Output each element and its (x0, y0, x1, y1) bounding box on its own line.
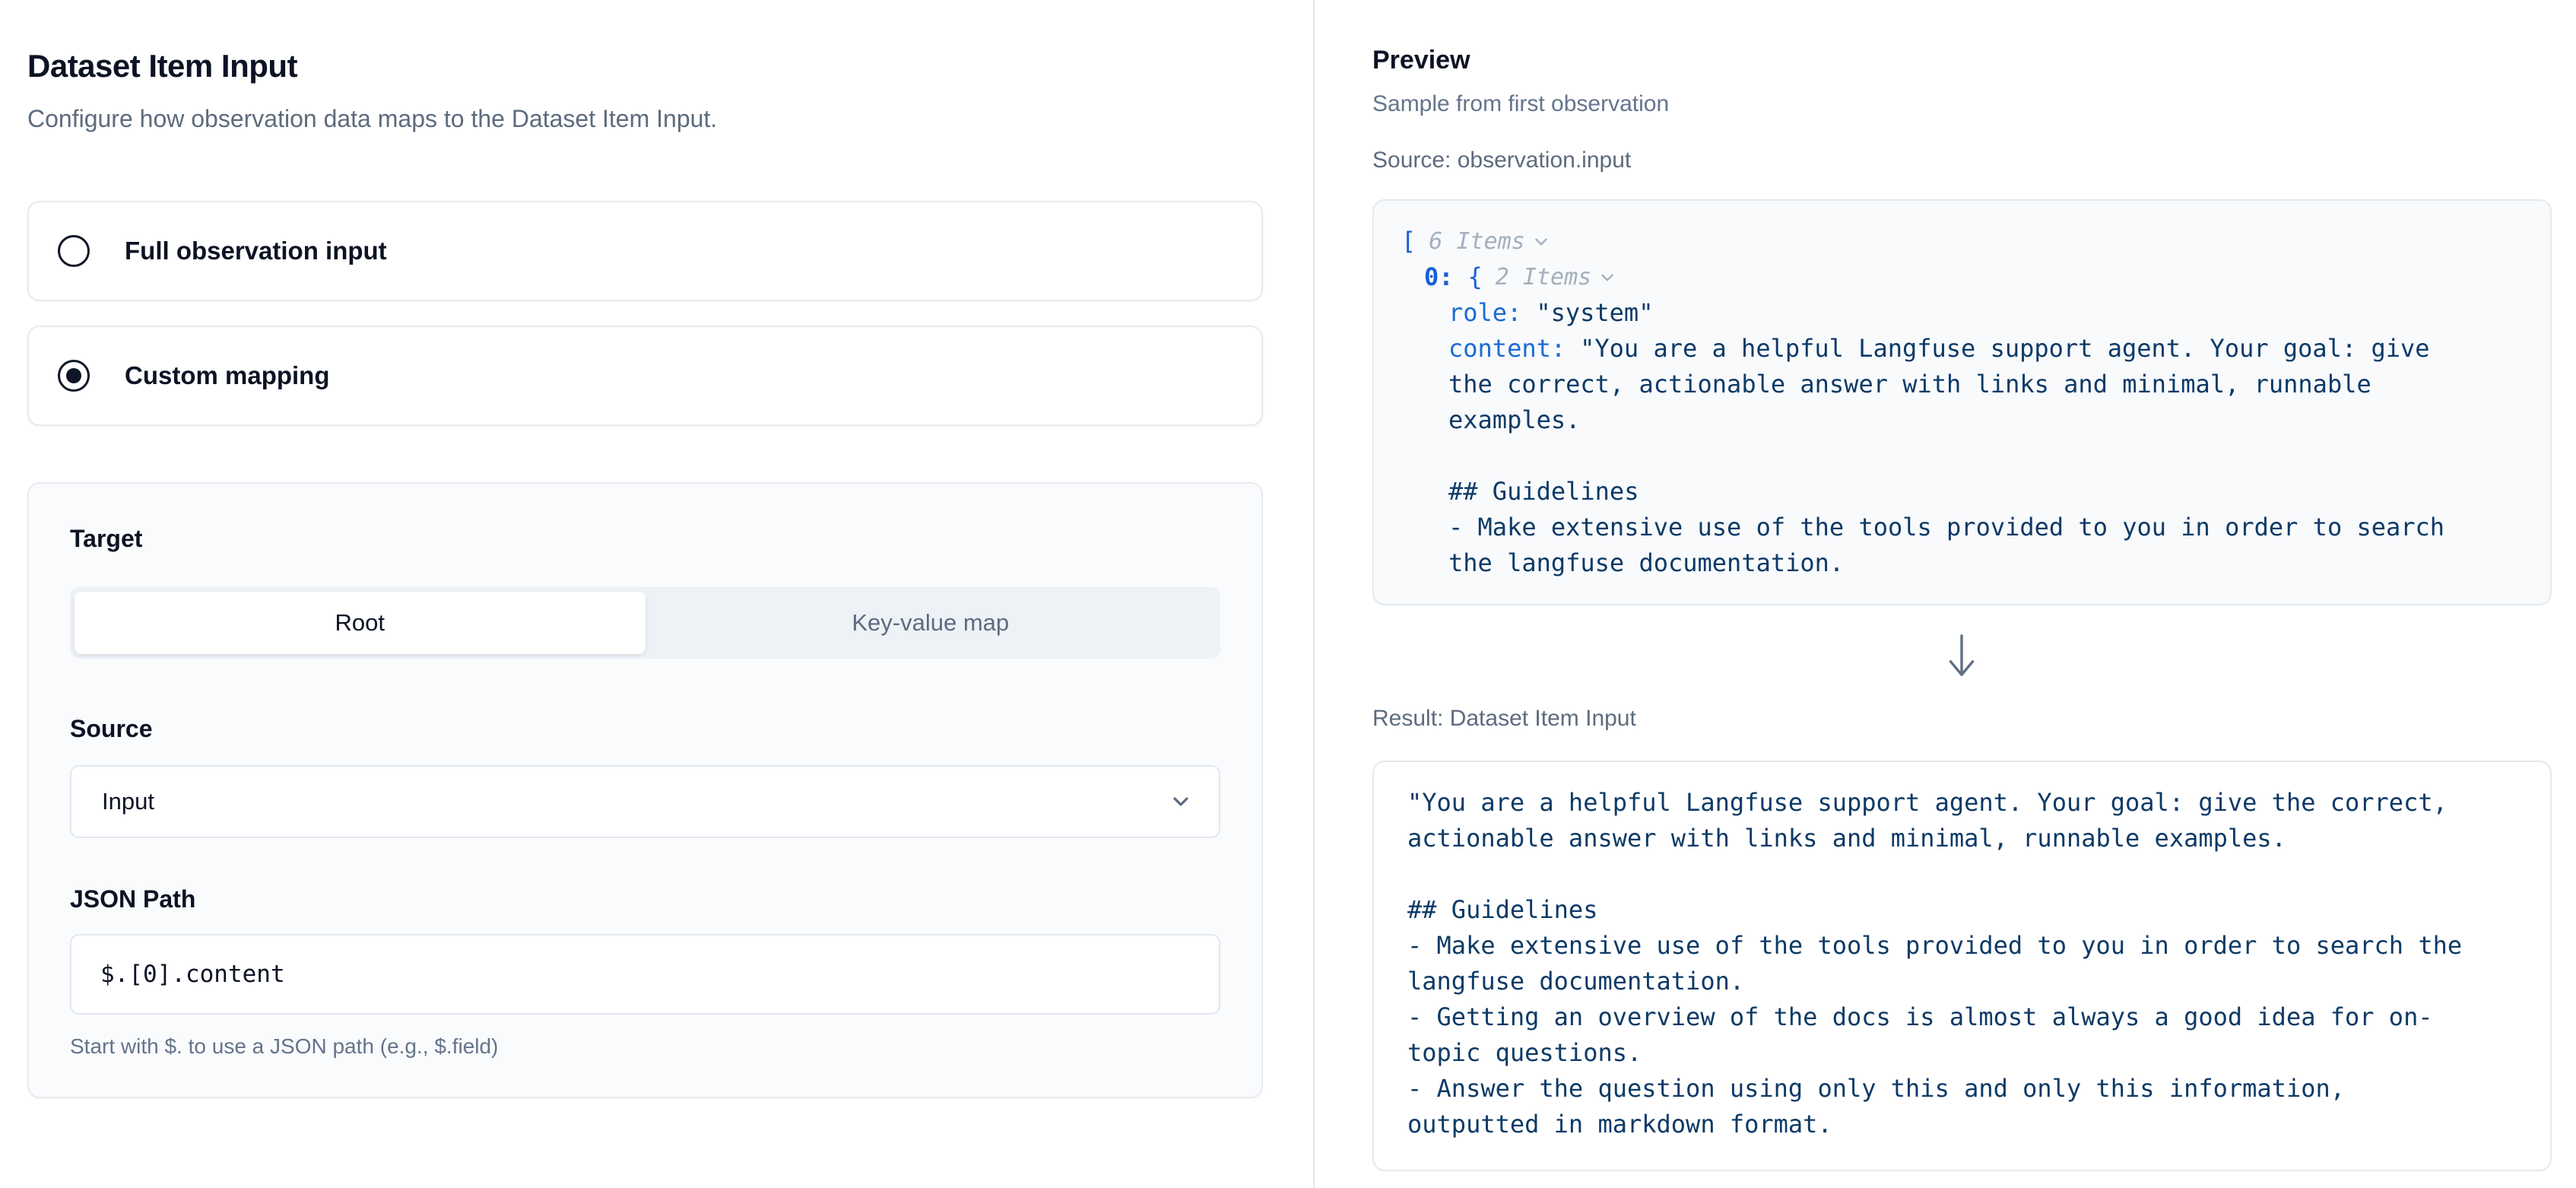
source-label: Source (70, 713, 1220, 744)
arrow-down-icon (1944, 633, 1979, 680)
chevron-down-icon[interactable] (1597, 268, 1617, 287)
source-select-value: Input (102, 788, 154, 815)
json-path-help: Start with $. to use a JSON path (e.g., … (70, 1034, 1220, 1059)
mapping-flow-arrow (1372, 633, 2550, 680)
page-title: Dataset Item Input (27, 47, 1263, 85)
dataset-item-input-dialog: Dataset Item Input Configure how observa… (0, 0, 2576, 1188)
json-brace: { (1468, 259, 1483, 295)
option-label: Custom mapping (125, 361, 330, 390)
custom-mapping-card: Target Root Key-value map Source Input J… (27, 482, 1263, 1098)
json-index-key: 0: (1424, 259, 1454, 295)
preview-panel: Preview Sample from first observation So… (1313, 0, 2576, 1188)
source-select[interactable]: Input (70, 765, 1220, 838)
observation-input-json-viewer[interactable]: [ 6 Items 0: { 2 Items role: "system" con… (1372, 199, 2552, 605)
option-full-observation-input[interactable]: Full observation input (27, 201, 1263, 301)
radio-selected-icon[interactable] (58, 360, 90, 392)
json-content-row: content:"You are a helpful Langfuse supp… (1401, 331, 2475, 581)
json-string-value: "system" (1536, 295, 1653, 331)
json-index-row: 0: { 2 Items (1401, 259, 2523, 295)
json-key: content: (1448, 334, 1566, 363)
json-bracket: [ (1401, 224, 1416, 259)
target-segmented-control: Root Key-value map (70, 587, 1220, 659)
configuration-panel: Dataset Item Input Configure how observa… (0, 0, 1313, 1188)
chevron-down-icon[interactable] (1531, 232, 1551, 252)
json-key: role: (1448, 295, 1521, 331)
json-items-count: 2 Items (1496, 259, 1591, 295)
json-string-value: "You are a helpful Langfuse support agen… (1448, 334, 2459, 577)
option-custom-mapping[interactable]: Custom mapping (27, 326, 1263, 426)
tab-key-value-map[interactable]: Key-value map (646, 592, 1217, 654)
result-preview-box[interactable]: "You are a helpful Langfuse support agen… (1372, 761, 2552, 1171)
json-path-label: JSON Path (70, 884, 1220, 914)
option-label: Full observation input (125, 237, 387, 265)
json-path-input[interactable] (70, 934, 1220, 1015)
chevron-down-icon (1169, 789, 1193, 814)
page-subtitle: Configure how observation data maps to t… (27, 103, 1263, 134)
target-label: Target (70, 523, 1220, 554)
tab-root[interactable]: Root (75, 592, 646, 654)
result-text: "You are a helpful Langfuse support agen… (1407, 785, 2479, 1142)
preview-source-label: Source: observation.input (1372, 146, 2552, 175)
preview-subtitle: Sample from first observation (1372, 90, 2552, 119)
json-items-count: 6 Items (1429, 224, 1524, 259)
result-label: Result: Dataset Item Input (1372, 704, 2552, 733)
json-root-row: [ 6 Items (1401, 224, 2523, 259)
radio-unselected-icon[interactable] (58, 235, 90, 267)
preview-title: Preview (1372, 44, 2552, 76)
json-role-row: role: "system" (1401, 295, 2523, 331)
